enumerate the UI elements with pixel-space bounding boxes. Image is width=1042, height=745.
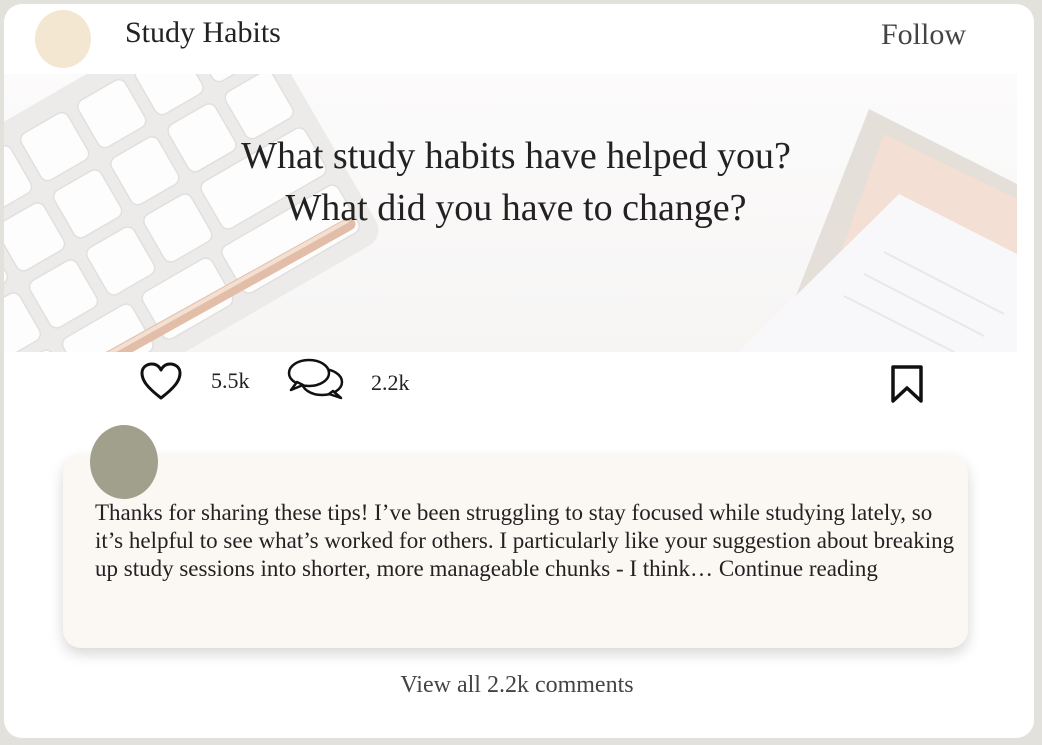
view-all-comments-link[interactable]: View all 2.2k comments: [4, 672, 1030, 699]
heart-icon[interactable]: [140, 362, 182, 407]
action-bar: 5.5k 2.2k: [4, 354, 1034, 414]
hero-line-1: What study habits have helped you?: [241, 135, 791, 177]
continue-reading-link[interactable]: Continue reading: [719, 556, 878, 581]
comment-count: 2.2k: [371, 370, 410, 395]
comments-icon[interactable]: [285, 357, 347, 406]
post-card: Study Habits Follow What study habits ha…: [4, 4, 1034, 738]
post-header: Study Habits Follow: [4, 4, 1034, 74]
post-image: What study habits have helped you? What …: [4, 74, 1017, 352]
hero-line-2: What did you have to change?: [285, 187, 747, 229]
comment-card: Thanks for sharing these tips! I’ve been…: [63, 455, 968, 648]
like-count: 5.5k: [211, 368, 250, 393]
post-title: Study Habits: [125, 16, 281, 49]
bookmark-icon[interactable]: [890, 364, 924, 409]
comment-body: Thanks for sharing these tips! I’ve been…: [95, 499, 955, 583]
commenter-avatar[interactable]: [90, 425, 158, 499]
avatar[interactable]: [35, 10, 91, 68]
follow-button[interactable]: Follow: [881, 18, 966, 52]
hero-question: What study habits have helped you? What …: [4, 130, 1017, 234]
